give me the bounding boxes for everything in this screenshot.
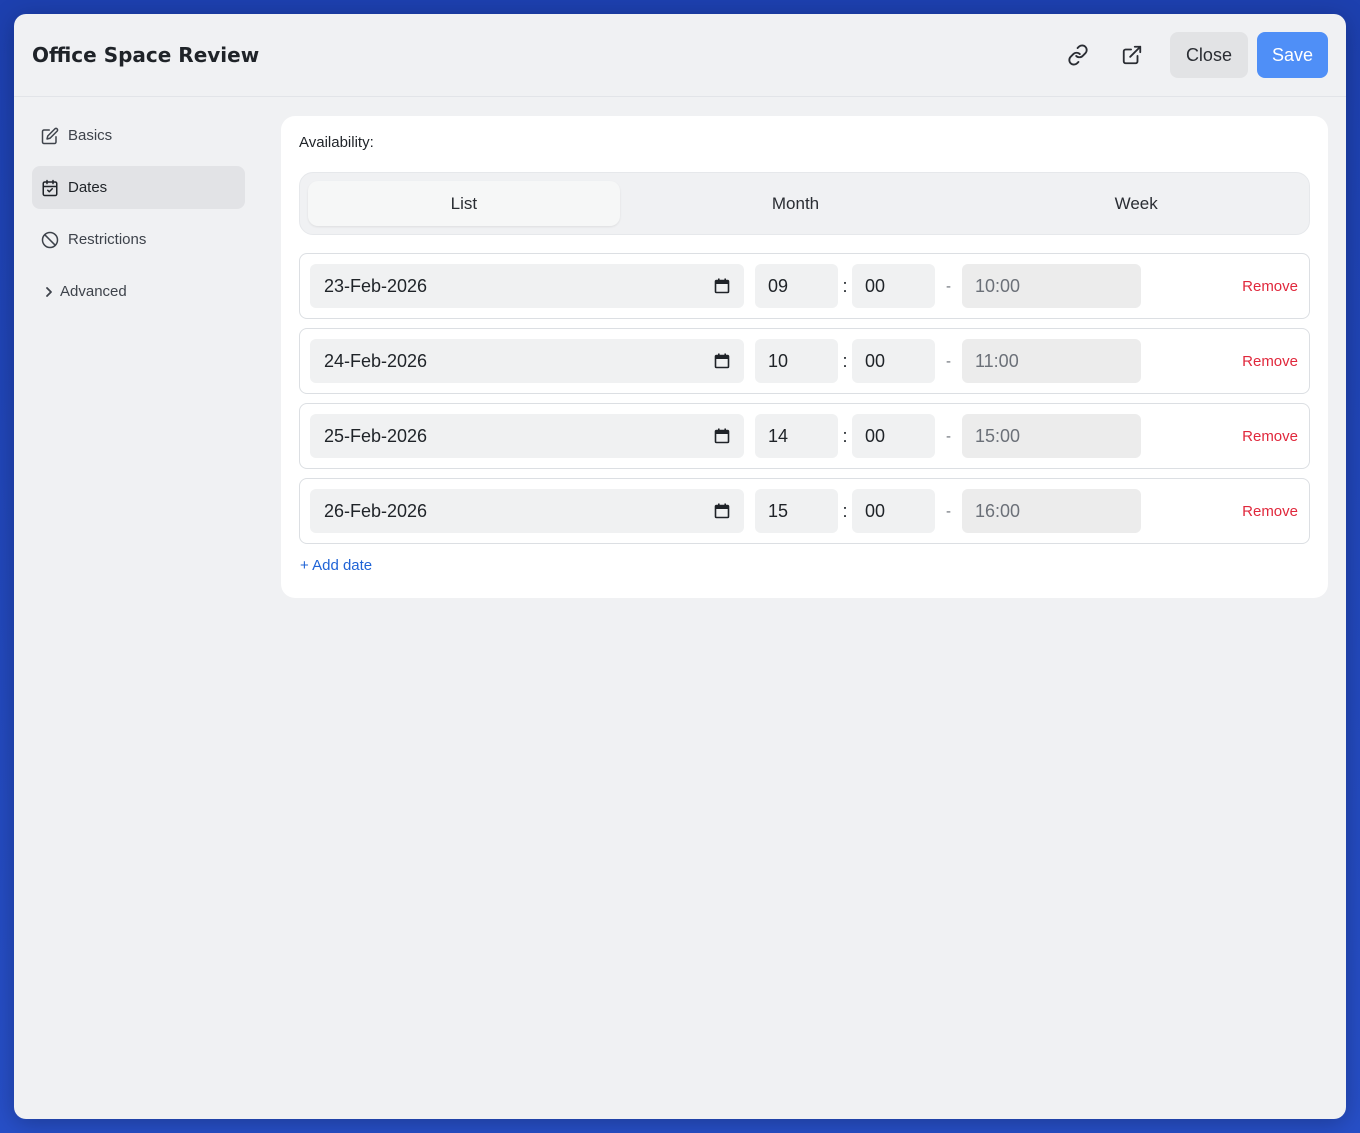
- remove-button[interactable]: Remove: [1242, 503, 1299, 520]
- remove-button[interactable]: Remove: [1242, 278, 1299, 295]
- link-icon: [1068, 44, 1088, 66]
- sidebar-item-label: Advanced: [60, 283, 127, 300]
- calendar-icon: [41, 179, 59, 197]
- add-date-link[interactable]: + Add date: [300, 557, 372, 574]
- sidebar-item-label: Dates: [68, 179, 108, 196]
- start-hour-input[interactable]: 14: [755, 414, 838, 458]
- end-time-field: 15:00: [962, 414, 1141, 458]
- save-button[interactable]: Save: [1256, 32, 1328, 78]
- range-separator: -: [946, 352, 951, 370]
- start-minute-input[interactable]: 00: [852, 414, 935, 458]
- sidebar-item-restrictions[interactable]: Restrictions: [32, 218, 245, 261]
- sidebar-item-basics[interactable]: Basics: [32, 114, 245, 157]
- open-external-button[interactable]: [1112, 35, 1152, 75]
- event-editor-modal: Office Space Review Close Save Basics Da…: [14, 14, 1346, 1119]
- sidebar-item-dates[interactable]: Dates: [32, 166, 245, 209]
- ban-icon: [41, 231, 59, 249]
- remove-button[interactable]: Remove: [1242, 353, 1299, 370]
- date-input[interactable]: 23-Feb-2026: [310, 264, 744, 308]
- range-separator: -: [946, 427, 951, 445]
- page-title: Office Space Review: [32, 43, 260, 67]
- time-separator: :: [842, 500, 848, 521]
- date-value: 23-Feb-2026: [324, 275, 428, 296]
- range-separator: -: [946, 502, 951, 520]
- time-separator: :: [842, 425, 848, 446]
- sidebar-item-label: Basics: [68, 127, 113, 144]
- remove-button[interactable]: Remove: [1242, 428, 1299, 445]
- start-minute-input[interactable]: 00: [852, 339, 935, 383]
- date-row: 25-Feb-2026 14 : 00 - 15:00 Remove: [299, 403, 1310, 469]
- close-button[interactable]: Close: [1169, 32, 1248, 78]
- calendar-icon: [714, 353, 730, 369]
- sidebar-item-label: Restrictions: [68, 231, 147, 248]
- sidebar-item-advanced[interactable]: Advanced: [32, 270, 245, 313]
- calendar-icon: [714, 428, 730, 444]
- date-value: 26-Feb-2026: [324, 500, 428, 521]
- modal-header: Office Space Review Close Save: [14, 14, 1346, 97]
- start-hour-input[interactable]: 15: [755, 489, 838, 533]
- date-value: 25-Feb-2026: [324, 425, 428, 446]
- date-row: 23-Feb-2026 09 : 00 - 10:00 Remove: [299, 253, 1310, 319]
- range-separator: -: [946, 277, 951, 295]
- edit-icon: [41, 127, 59, 145]
- start-minute-input[interactable]: 00: [852, 264, 935, 308]
- availability-label: Availability:: [299, 134, 374, 151]
- date-value: 24-Feb-2026: [324, 350, 428, 371]
- chevron-right-icon: [44, 283, 54, 301]
- start-hour-input[interactable]: 09: [755, 264, 838, 308]
- tab-month[interactable]: Month: [620, 181, 972, 226]
- start-minute-input[interactable]: 00: [852, 489, 935, 533]
- date-row: 24-Feb-2026 10 : 00 - 11:00 Remove: [299, 328, 1310, 394]
- external-link-icon: [1122, 45, 1142, 65]
- tab-week[interactable]: Week: [971, 181, 1301, 226]
- dates-panel: Availability: List Month Week 23-Feb-202…: [281, 116, 1328, 598]
- view-switcher: List Month Week: [299, 172, 1310, 235]
- date-row: 26-Feb-2026 15 : 00 - 16:00 Remove: [299, 478, 1310, 544]
- calendar-icon: [714, 503, 730, 519]
- tab-list[interactable]: List: [308, 181, 620, 226]
- start-hour-input[interactable]: 10: [755, 339, 838, 383]
- end-time-field: 16:00: [962, 489, 1141, 533]
- end-time-field: 11:00: [962, 339, 1141, 383]
- sidebar: Basics Dates Restrictions Advanced: [32, 114, 245, 322]
- end-time-field: 10:00: [962, 264, 1141, 308]
- date-input[interactable]: 25-Feb-2026: [310, 414, 744, 458]
- date-input[interactable]: 26-Feb-2026: [310, 489, 744, 533]
- date-input[interactable]: 24-Feb-2026: [310, 339, 744, 383]
- copy-link-button[interactable]: [1058, 35, 1098, 75]
- time-separator: :: [842, 350, 848, 371]
- calendar-icon: [714, 278, 730, 294]
- time-separator: :: [842, 275, 848, 296]
